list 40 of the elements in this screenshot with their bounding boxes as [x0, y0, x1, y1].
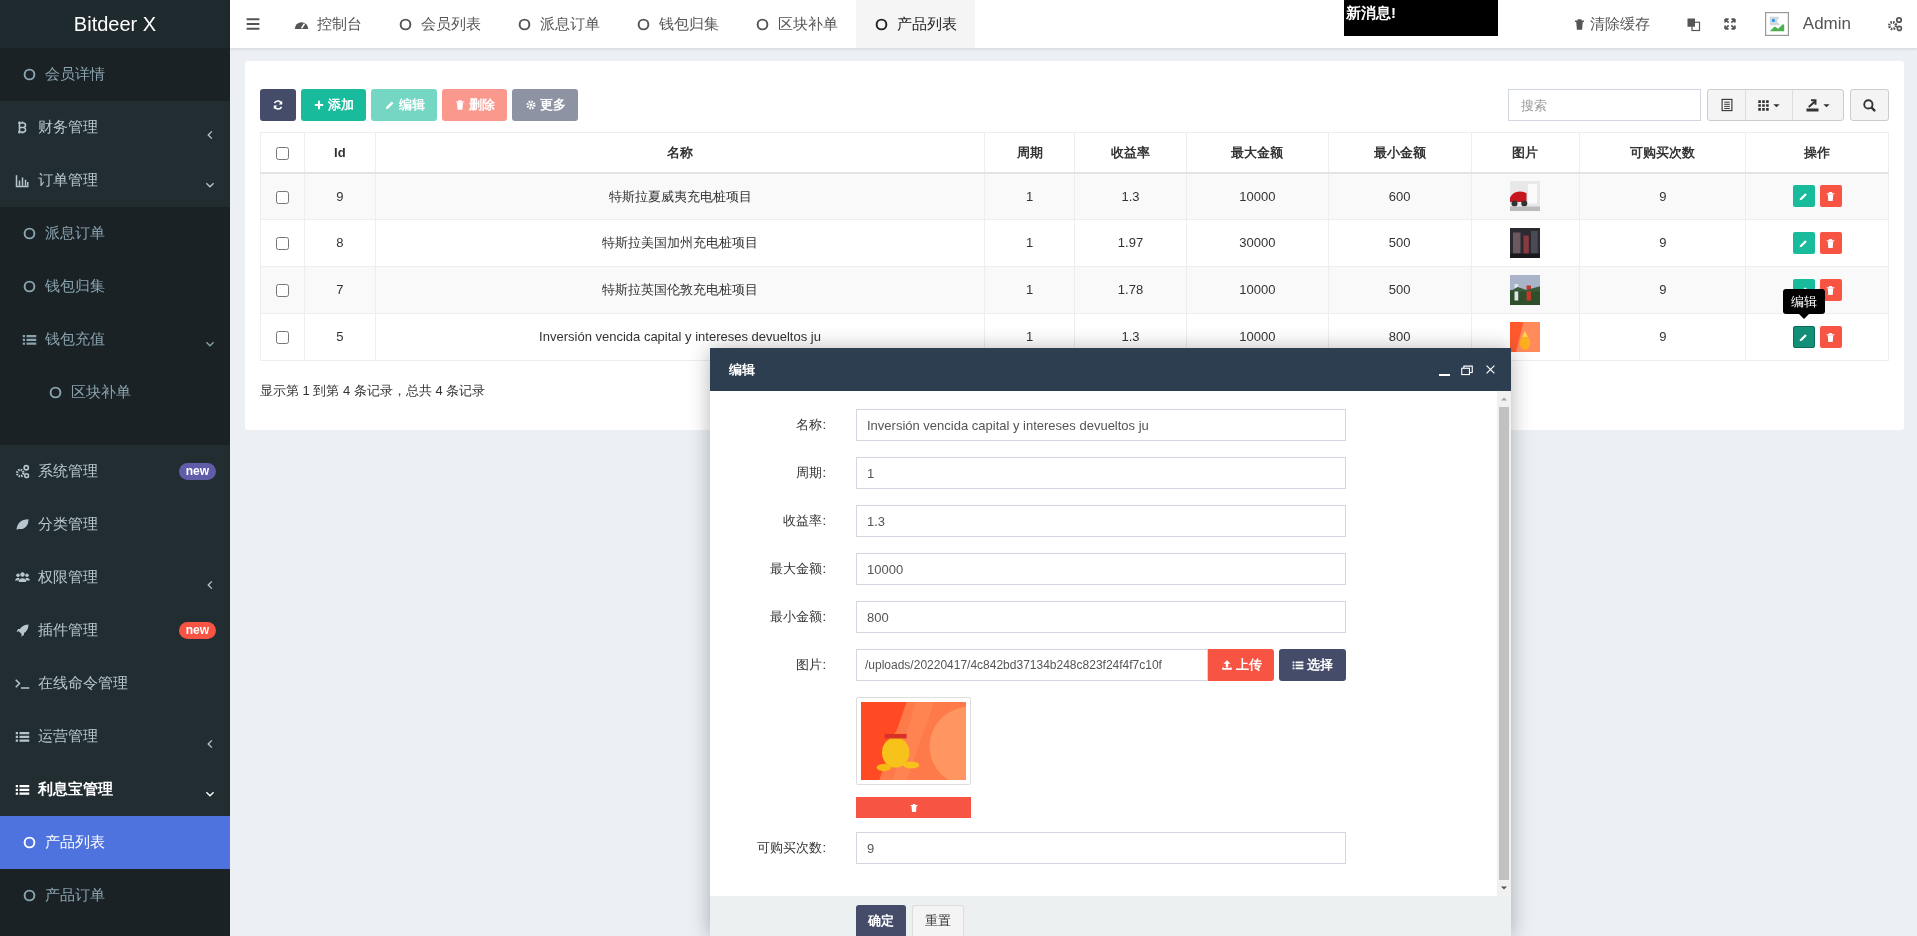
field-label: 最大金额: — [769, 560, 826, 579]
table-cell: 500 — [1388, 282, 1411, 298]
table-cell: 10000 — [1239, 282, 1276, 298]
field-label: 名称: — [795, 416, 826, 435]
table-cell: 1.97 — [1117, 235, 1144, 251]
table-cell: 1 — [1026, 188, 1034, 204]
new-badge: new — [178, 622, 216, 639]
dialog-title: 编辑 — [729, 360, 755, 379]
table-cell: 1.3 — [1121, 329, 1140, 345]
new-badge: new — [178, 463, 216, 480]
table-cell: 1.3 — [1121, 188, 1140, 204]
table-cell: 500 — [1388, 235, 1411, 251]
field-label: 收益率: — [782, 512, 826, 531]
field-label: 可购买次数: — [756, 839, 826, 858]
table-cell: 1 — [1026, 329, 1034, 345]
table-cell: 9 — [1659, 188, 1667, 204]
table-cell: 特斯拉夏威夷充电桩项目 — [608, 188, 752, 204]
table-cell: 特斯拉美国加州充电桩项目 — [602, 235, 759, 251]
table-cell: 800 — [1388, 329, 1411, 345]
table-cell: 9 — [336, 188, 344, 204]
table-cell: 1.78 — [1117, 282, 1144, 298]
table-cell: Inversión vencida capital y intereses devueltos ju — [539, 329, 821, 345]
table-cell: 5 — [336, 329, 344, 345]
notice-marquee: 新消息! — [1344, 0, 1498, 36]
table-cell: 30000 — [1239, 235, 1276, 251]
table-cell: 1 — [1026, 235, 1034, 251]
field-label: 周期: — [795, 464, 826, 483]
table-cell: 9 — [1659, 282, 1667, 298]
table-cell: 10000 — [1239, 188, 1276, 204]
table-cell: 1 — [1026, 282, 1034, 298]
table-cell: 600 — [1388, 188, 1411, 204]
field-label: 图片: — [795, 656, 826, 675]
table-cell: 9 — [1659, 235, 1667, 251]
table-cell: 10000 — [1239, 329, 1276, 345]
pagination-info: 显示第 1 到第 4 条记录，总共 4 条记录 — [260, 382, 486, 400]
table-cell: 7 — [336, 282, 344, 298]
table-cell: 特斯拉英国伦敦充电桩项目 — [602, 282, 759, 298]
field-label: 最小金额: — [769, 608, 826, 627]
table-cell: 9 — [1659, 329, 1667, 345]
table-cell: 8 — [336, 235, 344, 251]
